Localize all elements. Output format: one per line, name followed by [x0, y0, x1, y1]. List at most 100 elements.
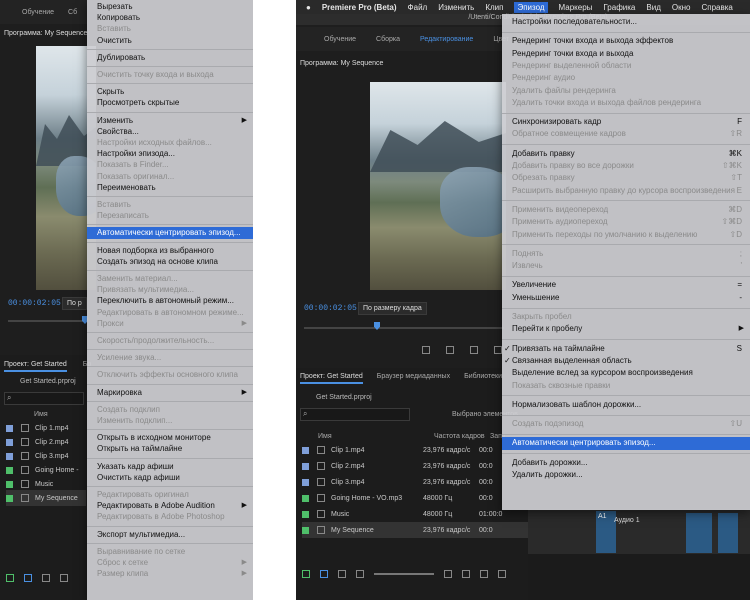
menu-item[interactable]: Дублировать — [87, 52, 253, 63]
label-color-swatch[interactable] — [302, 510, 309, 518]
search-icon[interactable] — [444, 570, 452, 578]
tab-media-browser[interactable]: Браузер медиаданных — [377, 373, 450, 384]
menu-item[interactable]: Вырезать — [87, 1, 253, 12]
menu-item[interactable]: Увеличение = — [502, 279, 750, 291]
tab-learn[interactable]: Обучение — [22, 9, 54, 16]
fit-dropdown[interactable]: По р — [62, 297, 87, 310]
menu-item[interactable]: Синхронизировать кадр F — [502, 116, 750, 128]
mark-out-icon[interactable] — [470, 346, 478, 354]
menu-item[interactable]: Вставить — [87, 23, 253, 34]
label-color-swatch[interactable] — [302, 526, 309, 534]
menu-item[interactable]: Просмотреть скрытые — [87, 97, 253, 108]
new-item-icon[interactable] — [480, 570, 488, 578]
menu-item[interactable]: Изменить ▶ — [87, 115, 253, 126]
menu-app[interactable]: Premiere Pro (Beta) — [322, 3, 397, 12]
mark-in-icon[interactable] — [446, 346, 454, 354]
label-color-swatch[interactable] — [302, 462, 309, 470]
list-item[interactable]: My Sequence — [6, 490, 86, 506]
menu-item[interactable]: Прокси ▶ — [87, 318, 253, 329]
menu-item[interactable]: Скорость/продолжительность... — [87, 335, 253, 346]
freeform-view-icon[interactable] — [356, 570, 364, 578]
menu-item[interactable]: Применить аудиопереход ⇧⌘D — [502, 216, 750, 228]
program-scrubber[interactable] — [8, 320, 88, 322]
menu-item[interactable]: Нормализовать шаблон дорожки... — [502, 399, 750, 411]
freeform-view-icon[interactable] — [60, 574, 68, 582]
menu-item[interactable]: Автоматически центрировать эпизод... — [502, 437, 750, 450]
list-item[interactable]: Clip 2.mp4 23,976 кадрс/с 00:0 — [302, 458, 493, 474]
list-item[interactable]: Music 48000 Гц 01:00:0 — [302, 506, 502, 522]
menu-item[interactable]: Добавить правку ⌘K — [502, 148, 750, 160]
menu-item[interactable]: Создать подклип — [87, 404, 253, 415]
menu-edit[interactable]: Изменить — [438, 3, 474, 12]
list-view-icon[interactable] — [320, 570, 328, 578]
menu-item[interactable]: Связанная выделенная область ✓ — [502, 355, 750, 367]
label-color-swatch[interactable] — [302, 478, 309, 486]
menu-item[interactable]: Перезаписать — [87, 210, 253, 221]
menu-item[interactable]: Редактировать оригинал — [87, 489, 253, 500]
program-scrubber[interactable] — [304, 327, 504, 329]
list-view-icon[interactable] — [24, 574, 32, 582]
menu-item[interactable]: Изменить подклип... — [87, 415, 253, 426]
menu-item[interactable]: Удалить дорожки... — [502, 469, 750, 481]
menu-item[interactable]: Применить видеопереход ⌘D — [502, 204, 750, 216]
icon-view-icon[interactable] — [42, 574, 50, 582]
menu-item[interactable]: Добавить дорожки... — [502, 457, 750, 469]
menu-item[interactable]: Удалить точки входа и выхода файлов ренд… — [502, 97, 750, 109]
apple-icon[interactable]: ● — [306, 3, 311, 12]
tab-learn[interactable]: Обучение — [324, 36, 356, 43]
menu-file[interactable]: Файл — [408, 3, 428, 12]
go-to-in-icon[interactable] — [494, 346, 502, 354]
menu-item[interactable]: Редактировать в Adobe Audition ▶ — [87, 500, 253, 511]
menu-item[interactable]: Размер клипа ▶ — [87, 568, 253, 579]
menu-item[interactable]: Показать оригинал... — [87, 171, 253, 182]
label-color-swatch[interactable] — [6, 480, 13, 488]
tab-project[interactable]: Проект: Get Started — [300, 373, 363, 384]
icon-view-icon[interactable] — [338, 570, 346, 578]
tab-libraries[interactable]: Библиотеки — [464, 373, 502, 384]
menu-item[interactable]: Обратное совмещение кадров ⇧R — [502, 128, 750, 140]
menu-view[interactable]: Вид — [646, 3, 660, 12]
column-frame-rate[interactable]: Частота кадров — [434, 433, 490, 440]
menu-item[interactable]: Вставить — [87, 199, 253, 210]
menu-item[interactable]: Очистить кадр афиши — [87, 472, 253, 483]
menu-help[interactable]: Справка — [701, 3, 732, 12]
menu-item[interactable]: Очистить точку входа и выхода — [87, 69, 253, 80]
program-timecode[interactable]: 00:00:02:05 — [304, 304, 357, 313]
project-search-input[interactable]: ⌕ — [4, 392, 84, 405]
list-item[interactable]: Clip 3.mp4 23,976 кадрс/с 00:0 — [302, 474, 493, 490]
label-color-swatch[interactable] — [302, 446, 309, 454]
menu-item[interactable]: Выравнивание по сетке — [87, 546, 253, 557]
new-bin-icon[interactable] — [462, 570, 470, 578]
menu-item[interactable]: Настройки эпизода... — [87, 148, 253, 159]
pencil-icon[interactable] — [6, 574, 14, 582]
column-name[interactable]: Имя — [318, 433, 434, 440]
label-color-swatch[interactable] — [6, 452, 13, 460]
list-item[interactable]: Going Home - VO.mp3 48000 Гц 00:0 — [302, 490, 493, 506]
menu-item[interactable]: Создать подэпизод ⇧U — [502, 418, 750, 430]
tab-project[interactable]: Проект: Get Started — [4, 361, 67, 372]
menu-graphics[interactable]: Графика — [603, 3, 635, 12]
menu-item[interactable]: Расширить выбранную правку до курсора во… — [502, 185, 750, 197]
zoom-slider[interactable] — [374, 573, 434, 575]
menu-item[interactable]: Извлечь ' — [502, 260, 750, 272]
menu-item[interactable]: Открыть в исходном мониторе — [87, 432, 253, 443]
menu-item[interactable]: Редактировать в автономном режиме... — [87, 307, 253, 318]
audio-clip[interactable] — [718, 513, 738, 553]
menu-item[interactable]: Настройки исходных файлов... — [87, 137, 253, 148]
menu-item[interactable]: Заменить материал... — [87, 273, 253, 284]
menu-item[interactable]: Применить переходы по умолчанию к выделе… — [502, 229, 750, 241]
menu-item[interactable]: Обрезать правку ⇧T — [502, 172, 750, 184]
menu-item[interactable]: Переключить в автономный режим... — [87, 295, 253, 306]
menu-item[interactable]: Усиление звука... — [87, 352, 253, 363]
menu-item[interactable]: Переименовать — [87, 182, 253, 193]
menu-item[interactable]: Указать кадр афиши — [87, 461, 253, 472]
program-timecode[interactable]: 00:00:02:05 — [8, 299, 61, 308]
menu-item[interactable]: Показать в Finder... — [87, 159, 253, 170]
menu-item[interactable]: Рендеринг точки входа и выхода эффектов — [502, 35, 750, 47]
pencil-icon[interactable] — [302, 570, 310, 578]
column-name-header[interactable]: Имя — [34, 411, 48, 418]
menu-item[interactable]: Экспорт мультимедиа... — [87, 529, 253, 540]
menu-item[interactable]: Уменьшение - — [502, 292, 750, 304]
menu-item[interactable]: Добавить правку во все дорожки ⇧⌘K — [502, 160, 750, 172]
list-item[interactable]: Clip 1.mp4 23,976 кадрс/с 00:0 — [302, 442, 493, 458]
